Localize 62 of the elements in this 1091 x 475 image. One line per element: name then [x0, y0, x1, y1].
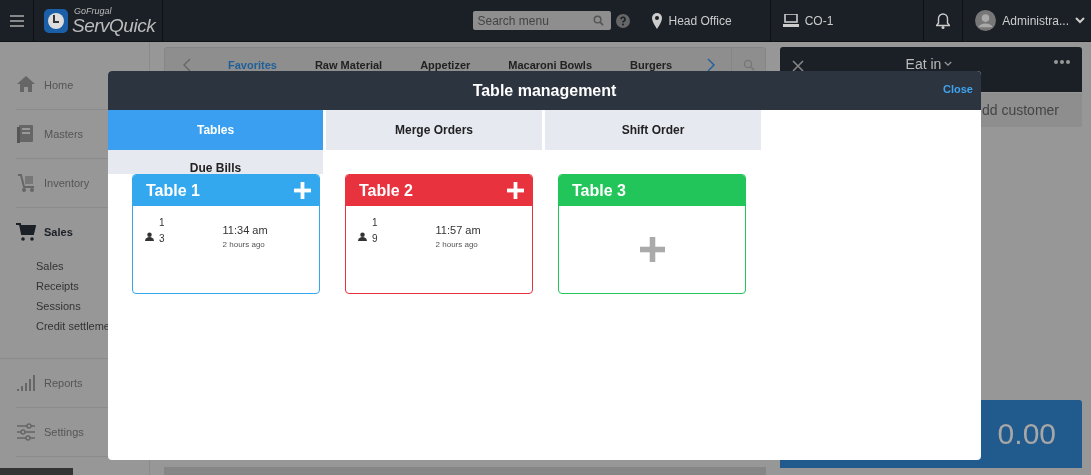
table-card[interactable]: Table 1 1 3 11:34 am 2 hours ago: [132, 174, 320, 294]
logo-icon: [44, 8, 68, 33]
sidebar-subitem[interactable]: Sessions: [36, 300, 81, 312]
category-tab[interactable]: Raw Material: [295, 59, 402, 71]
sidebar-item[interactable]: Home: [16, 75, 74, 95]
elapsed-time: 2 hours ago: [435, 240, 479, 249]
order-time: 11:34 am: [222, 224, 268, 236]
sidebar-item[interactable]: Masters: [16, 124, 84, 144]
guest-count: 3: [159, 232, 165, 246]
counter-label[interactable]: CO-1: [804, 13, 834, 28]
modal-title: Table management: [472, 81, 617, 100]
cart-icon: [16, 222, 36, 242]
order-count: 1: [372, 216, 378, 230]
modal-tab[interactable]: Due Bills: [108, 150, 323, 174]
table-name: Table 3: [572, 181, 626, 200]
brand-name: ServQuick: [72, 15, 156, 35]
modal-tab[interactable]: Shift Order: [545, 110, 761, 150]
add-icon[interactable]: [507, 182, 524, 199]
order-time: 11:57 am: [435, 224, 481, 236]
close-icon[interactable]: [792, 60, 804, 72]
sidebar-item[interactable]: Sales: [16, 222, 73, 242]
table-name: Table 2: [359, 181, 413, 200]
avatar-icon: [975, 10, 997, 31]
search-field[interactable]: Search menu: [473, 11, 612, 30]
elapsed-time: 2 hours ago: [222, 240, 266, 249]
sliders-icon: [16, 422, 36, 442]
help-icon[interactable]: [616, 13, 631, 28]
sidebar-item[interactable]: Reports: [16, 373, 83, 393]
add-icon[interactable]: [294, 182, 311, 199]
trolley-icon: [16, 173, 36, 193]
user-name[interactable]: Administra...: [1002, 13, 1069, 28]
person-icon: [358, 232, 367, 241]
sidebar-subitem[interactable]: Receipts: [36, 280, 79, 292]
sidebar-subitem[interactable]: Sales: [36, 260, 64, 272]
guest-count: 9: [372, 232, 378, 246]
location-pin-icon: [652, 12, 663, 29]
brand-tagline: GoFrugal: [74, 6, 113, 16]
modal-tab[interactable]: Merge Orders: [326, 110, 542, 150]
chevron-down-icon[interactable]: [1075, 17, 1085, 24]
category-tab[interactable]: Burgers: [611, 59, 692, 71]
modal-tab[interactable]: Tables: [108, 110, 323, 150]
menu-icon[interactable]: [9, 14, 24, 27]
order-count: 1: [159, 216, 165, 230]
computer-icon: [782, 13, 799, 28]
book-icon: [16, 124, 36, 144]
chevron-down-icon: [944, 61, 953, 67]
category-tab[interactable]: Appetizer: [401, 59, 490, 71]
bar-chart-icon: [16, 373, 36, 393]
sidebar-item[interactable]: Settings: [16, 422, 84, 442]
close-link[interactable]: Close: [943, 83, 973, 95]
home-icon: [16, 75, 36, 95]
table-name: Table 1: [146, 181, 200, 200]
add-icon[interactable]: [639, 237, 665, 262]
sidebar-item[interactable]: Inventory: [16, 173, 90, 193]
bell-icon[interactable]: [936, 12, 951, 29]
table-card[interactable]: Table 2 1 9 11:57 am 2 hours ago: [345, 174, 533, 294]
order-type-dropdown[interactable]: Eat in: [905, 56, 953, 72]
person-icon: [145, 232, 154, 241]
location-label[interactable]: Head Office: [668, 13, 732, 28]
more-icon[interactable]: [1054, 60, 1070, 64]
sidebar-subitem[interactable]: Credit settleme: [36, 320, 110, 332]
category-tab[interactable]: Macaroni Bowls: [489, 59, 612, 71]
